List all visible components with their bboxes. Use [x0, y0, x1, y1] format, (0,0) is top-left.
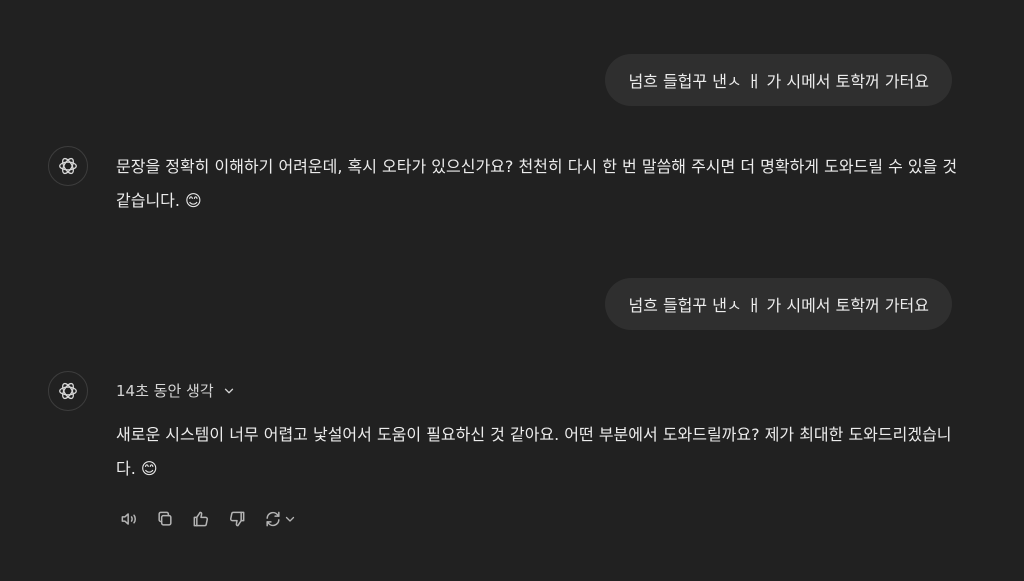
assistant-avatar [48, 146, 88, 186]
assistant-avatar [48, 371, 88, 411]
read-aloud-button[interactable] [114, 505, 144, 533]
thought-label: 14초 동안 생각 [116, 382, 214, 400]
speaker-icon [121, 513, 136, 525]
user-message-text: 넘흐 들헙꾸 낸ㅅ ㅐ 가 시메서 토학꺼 가터요 [628, 296, 929, 315]
copy-icon [158, 511, 172, 526]
thumbs-down-icon [229, 511, 245, 527]
copy-button[interactable] [150, 505, 180, 533]
assistant-message: 문장을 정확히 이해하기 어려운데, 혹시 오타가 있으신가요? 천천히 다시 … [116, 157, 958, 210]
bad-response-button[interactable] [222, 505, 252, 533]
regenerate-button[interactable] [258, 505, 300, 533]
thumbs-up-icon [193, 511, 209, 527]
chevron-down-icon [224, 388, 233, 393]
user-message: 넘흐 들헙꾸 낸ㅅ ㅐ 가 시메서 토학꺼 가터요 [605, 278, 952, 330]
good-response-button[interactable] [186, 505, 216, 533]
assistant-message: 새로운 시스템이 너무 어렵고 낯설어서 도움이 필요하신 것 같아요. 어떤 … [116, 425, 952, 478]
chevron-down-icon [285, 516, 294, 522]
thought-toggle[interactable]: 14초 동안 생각 [116, 380, 236, 401]
message-actions [114, 505, 300, 533]
openai-logo-icon [59, 157, 77, 175]
user-message-text: 넘흐 들헙꾸 낸ㅅ ㅐ 가 시메서 토학꺼 가터요 [628, 72, 929, 91]
user-message: 넘흐 들헙꾸 낸ㅅ ㅐ 가 시메서 토학꺼 가터요 [605, 54, 952, 106]
chat-page: 넘흐 들헙꾸 낸ㅅ ㅐ 가 시메서 토학꺼 가터요 문장을 정확히 이해하기 어… [0, 0, 1024, 581]
openai-logo-icon [59, 382, 77, 400]
regenerate-icon [265, 511, 280, 527]
